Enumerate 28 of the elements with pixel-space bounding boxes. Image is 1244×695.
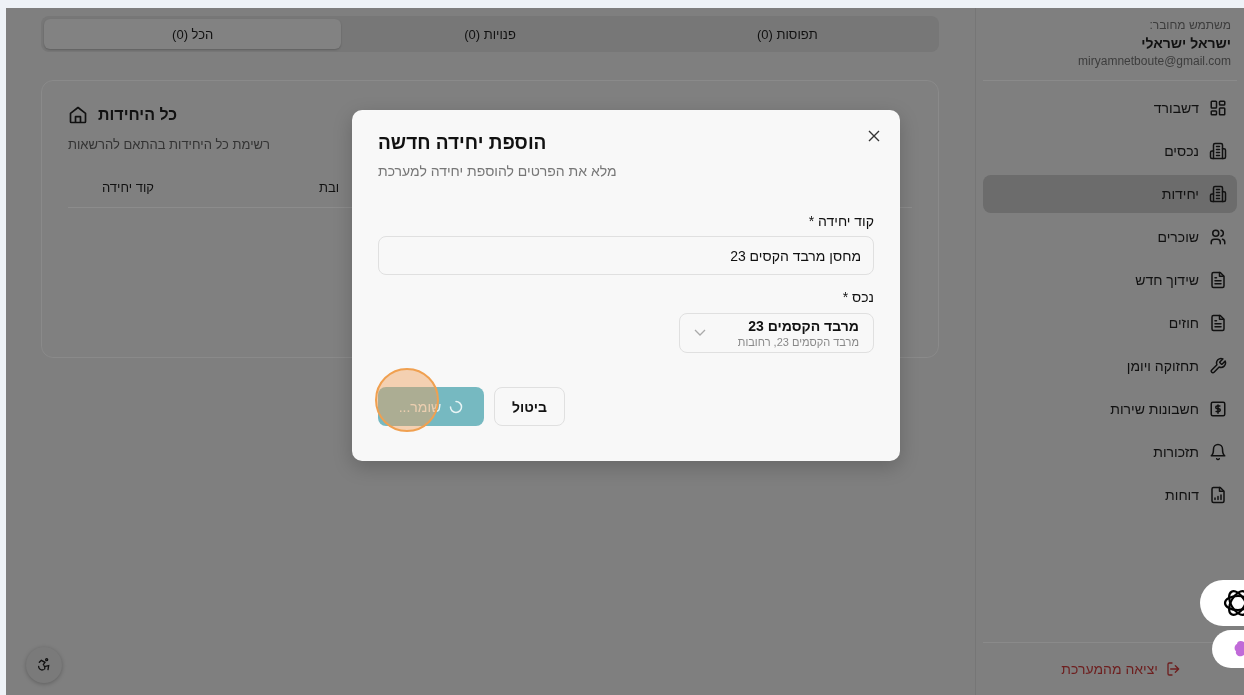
nav-item[interactable]: חוזים [983, 304, 1237, 342]
field-label: נכס * [842, 289, 874, 305]
dialog-title: הוספת יחידה חדשה [378, 132, 547, 154]
field-label: קוד יחידה * [808, 213, 874, 229]
property-select[interactable]: מרבד הקסמים 23 מרבד הקסמים 23, רחובות [679, 313, 874, 353]
nav-item[interactable]: שידוך חדש [983, 261, 1237, 299]
dialog-subtitle: מלא את הפרטים להוספת יחידה למערכת [378, 163, 617, 179]
column-header: ובת [318, 180, 340, 195]
column-header: קוד יחידה [102, 180, 154, 195]
nav-item[interactable]: דוחות [983, 476, 1237, 514]
nav-item[interactable]: תחזוקה ויומן [983, 347, 1237, 385]
unit-code-field[interactable]: מחסן מרבד הקסים 23 [378, 236, 874, 275]
filter-tab[interactable]: פנויות (0) [341, 19, 639, 49]
cancel-button[interactable]: ביטול [494, 387, 565, 426]
card-subtitle: רשימת כל היחידות בהתאם להרשאות [68, 137, 270, 152]
nav-item[interactable]: יחידות [983, 175, 1237, 213]
filter-tab[interactable]: תפוסות (0) [638, 19, 936, 49]
filter-tab[interactable]: הכל (0) [44, 19, 342, 49]
user-caption: משתמש מחובר: [1148, 18, 1231, 32]
nav-item[interactable]: שוכרים [983, 218, 1237, 256]
user-email: miryamnetboute@gmail.com [1077, 54, 1231, 68]
logout-link[interactable]: יציאה מהמערכת [1061, 661, 1182, 677]
nav-item[interactable]: חשבונות שירות [983, 390, 1237, 428]
nav-item[interactable]: נכסים [983, 132, 1237, 170]
user-name: ישראל ישראלי [1140, 35, 1231, 51]
nav-item[interactable]: דשבורד [983, 89, 1237, 127]
nav-item[interactable]: תזכורות [983, 433, 1237, 471]
card-title: כל היחידות [98, 106, 178, 124]
